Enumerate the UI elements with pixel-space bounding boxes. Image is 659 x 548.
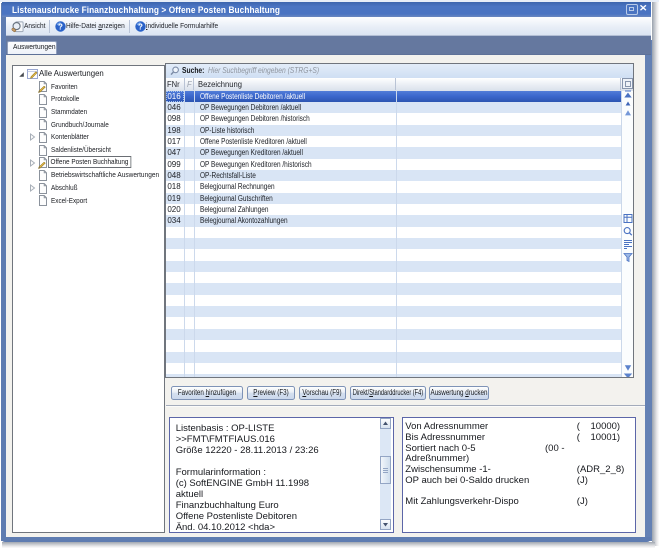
svg-text:?: ?	[138, 22, 143, 31]
svg-text:?: ?	[58, 22, 63, 31]
